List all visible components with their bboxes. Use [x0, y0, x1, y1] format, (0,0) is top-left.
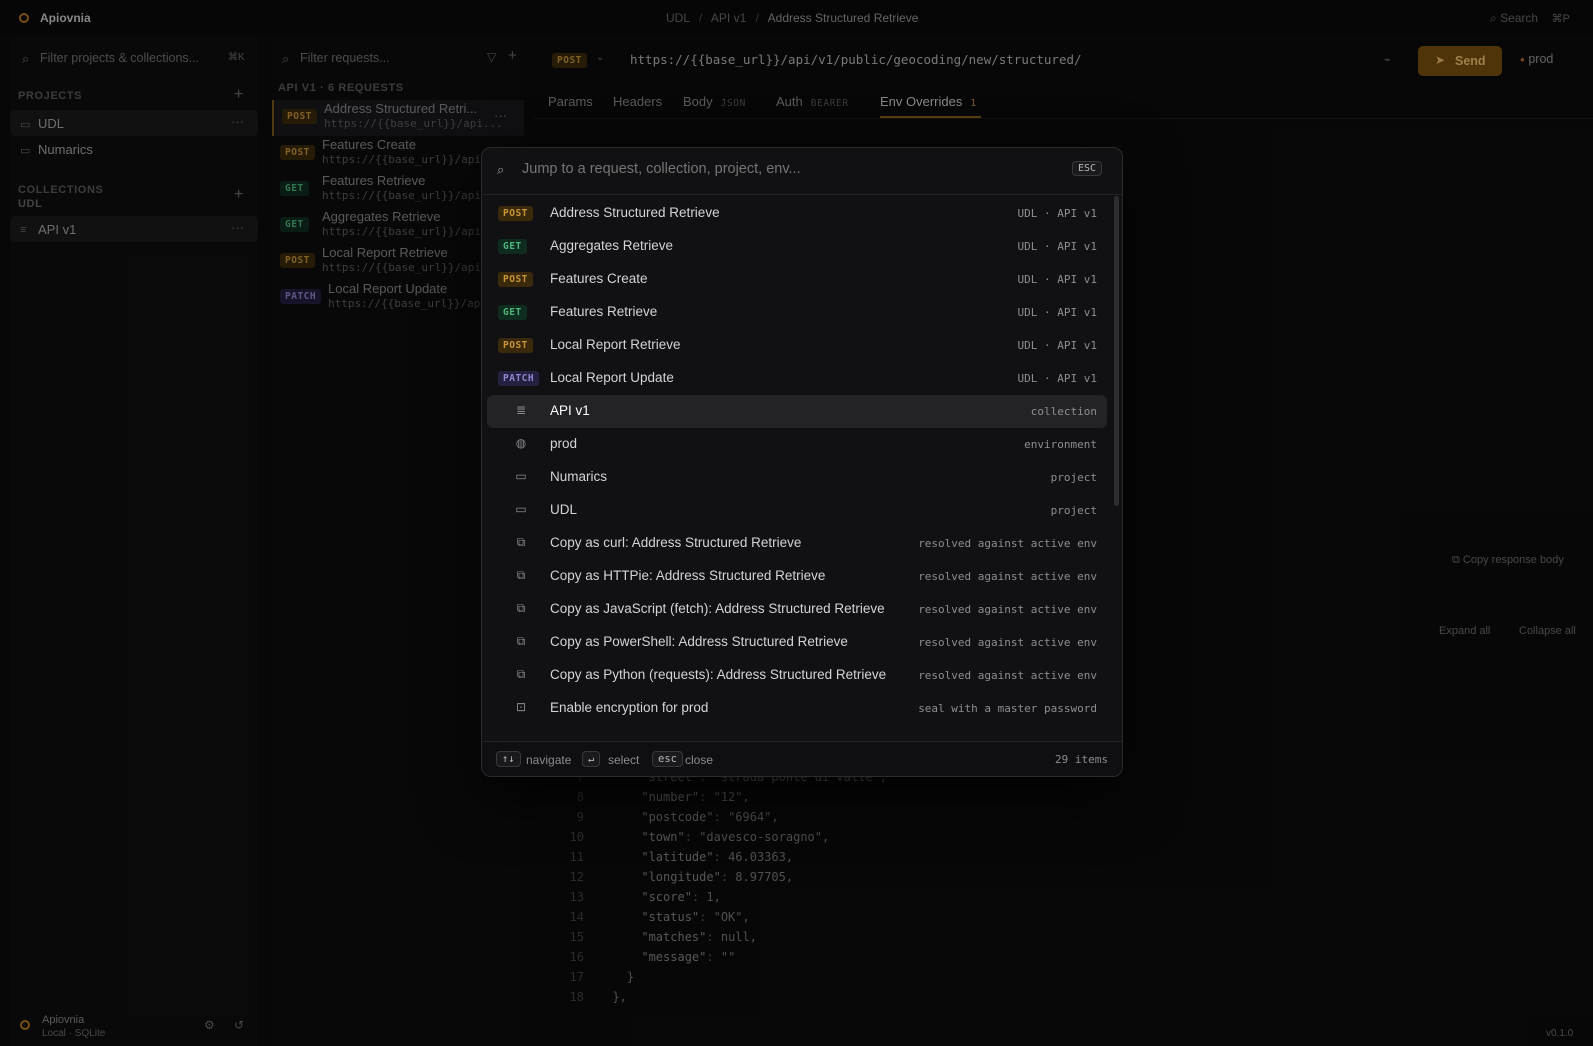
palette-item-request[interactable]: POST Features Create UDL · API v1 — [487, 263, 1107, 296]
palette-item-request[interactable]: GET Features Retrieve UDL · API v1 — [487, 296, 1107, 329]
select-label: select — [608, 753, 640, 767]
select-key: ↵ — [582, 751, 601, 767]
palette-item-title: UDL — [550, 502, 578, 517]
palette-item-request[interactable]: GET Aggregates Retrieve UDL · API v1 — [487, 230, 1107, 263]
method-badge: POST — [498, 272, 533, 287]
palette-item-title: Numarics — [550, 469, 608, 484]
palette-item-title: Copy as PowerShell: Address Structured R… — [550, 634, 848, 649]
method-badge: GET — [498, 305, 527, 320]
palette-item-title: Enable encryption for prod — [550, 700, 709, 715]
palette-item-request[interactable]: PATCH Local Report Update UDL · API v1 — [487, 362, 1107, 395]
palette-item-request[interactable]: POST Address Structured Retrieve UDL · API… — [487, 197, 1107, 230]
copy-icon: ⧉ — [516, 568, 526, 582]
close-key: esc — [652, 751, 683, 767]
stack-icon: ≣ — [515, 403, 527, 417]
palette-results: POST Address Structured Retrieve UDL · API… — [482, 195, 1110, 741]
palette-item-title: Features Retrieve — [550, 304, 658, 319]
palette-item-project[interactable]: ▭ Numarics project — [487, 461, 1107, 494]
palette-item-meta: resolved against active env — [918, 669, 1097, 682]
result-count: 29 items — [1055, 753, 1108, 766]
palette-item-meta: resolved against active env — [918, 636, 1097, 649]
palette-item-meta: collection — [1030, 405, 1097, 418]
palette-search[interactable]: ⌕ ESC — [482, 148, 1122, 195]
copy-icon: ⧉ — [516, 535, 526, 549]
palette-item-title: Local Report Retrieve — [550, 337, 681, 352]
palette-item-title: API v1 — [550, 403, 590, 418]
command-palette: ⌕ ESC POST Address Structured Retrieve UDL… — [481, 147, 1123, 777]
search-icon: ⌕ — [497, 162, 505, 177]
palette-item-action[interactable]: ⧉ Copy as PowerShell: Address Structured … — [487, 626, 1107, 659]
navigate-key: ↑↓ — [496, 751, 521, 767]
palette-item-title: Local Report Update — [550, 370, 674, 385]
palette-item-title: prod — [550, 436, 578, 451]
palette-item-meta: resolved against active env — [918, 603, 1097, 616]
palette-item-title: Aggregates Retrieve — [550, 238, 674, 253]
palette-item-meta: project — [1050, 471, 1097, 484]
palette-item-title: Copy as curl: Address Structured Retriev… — [550, 535, 802, 550]
palette-item-title: Copy as Python (requests): Address Struc… — [550, 667, 887, 682]
palette-item-title: Features Create — [550, 271, 648, 286]
palette-scrollbar[interactable] — [1114, 196, 1119, 506]
palette-item-meta: UDL · API v1 — [1017, 372, 1097, 385]
palette-item-meta: UDL · API v1 — [1017, 306, 1097, 319]
palette-item-request[interactable]: POST Local Report Retrieve UDL · API v1 — [487, 329, 1107, 362]
palette-item-meta: UDL · API v1 — [1017, 240, 1097, 253]
palette-item-environment[interactable]: ◍ prod environment — [487, 428, 1107, 461]
palette-item-title: Address Structured Retrieve — [550, 205, 720, 220]
palette-search-input[interactable] — [520, 160, 1044, 178]
palette-esc-key[interactable]: ESC — [1072, 161, 1103, 176]
palette-item-title: Copy as HTTPie: Address Structured Retri… — [550, 568, 826, 583]
lock-icon: ⊡ — [515, 700, 527, 714]
copy-icon: ⧉ — [516, 601, 526, 615]
palette-item-action[interactable]: ⧉ Copy as JavaScript (fetch): Address Str… — [487, 593, 1107, 626]
method-badge: POST — [498, 206, 533, 221]
navigate-label: navigate — [526, 753, 572, 767]
folder-icon: ▭ — [515, 502, 527, 516]
palette-item-action[interactable]: ⧉ Copy as Python (requests): Address Stru… — [487, 659, 1107, 692]
palette-item-meta: seal with a master password — [918, 702, 1097, 715]
method-badge: POST — [498, 338, 533, 353]
palette-item-action[interactable]: ⧉ Copy as HTTPie: Address Structured Retr… — [487, 560, 1107, 593]
palette-item-meta: UDL · API v1 — [1017, 273, 1097, 286]
method-badge: PATCH — [498, 371, 540, 386]
palette-item-meta: resolved against active env — [918, 537, 1097, 550]
copy-icon: ⧉ — [516, 667, 526, 681]
folder-icon: ▭ — [515, 469, 527, 483]
globe-icon: ◍ — [515, 436, 527, 450]
palette-footer: ↑↓ navigate ↵ select esc close 29 items — [482, 741, 1122, 776]
palette-item-action[interactable]: ⊡ Enable encryption for prod seal with a m… — [487, 692, 1107, 725]
palette-item-project[interactable]: ▭ UDL project — [487, 494, 1107, 527]
palette-item-meta: environment — [1024, 438, 1097, 451]
palette-item-collection[interactable]: ≣ API v1 collection — [487, 395, 1107, 428]
palette-item-title: Copy as JavaScript (fetch): Address Stru… — [550, 601, 885, 616]
palette-item-meta: UDL · API v1 — [1017, 339, 1097, 352]
copy-icon: ⧉ — [516, 634, 526, 648]
close-label: close — [685, 753, 714, 767]
palette-item-meta: UDL · API v1 — [1017, 207, 1097, 220]
palette-item-meta: resolved against active env — [918, 570, 1097, 583]
palette-item-meta: project — [1050, 504, 1097, 517]
method-badge: GET — [498, 239, 527, 254]
palette-item-action[interactable]: ⧉ Copy as curl: Address Structured Retrie… — [487, 527, 1107, 560]
